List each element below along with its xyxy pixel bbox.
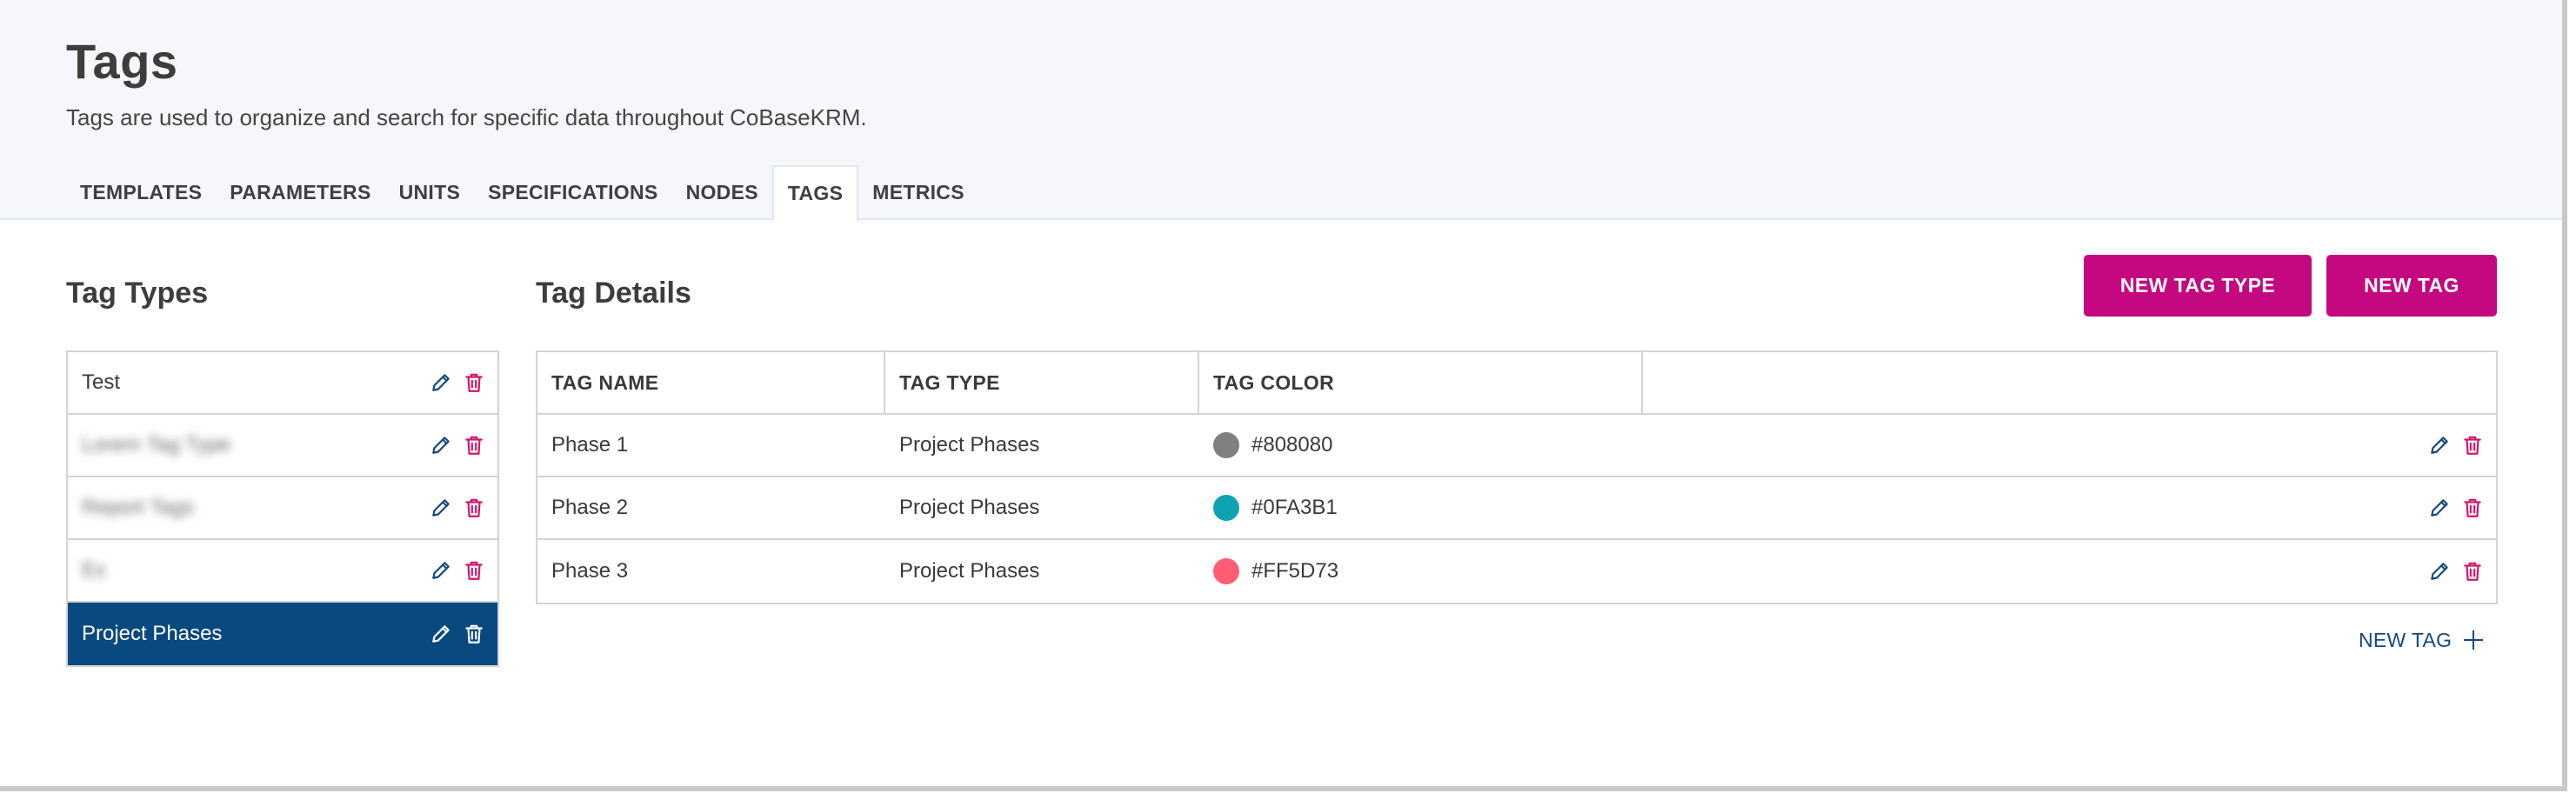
- page-title: Tags: [66, 34, 178, 89]
- trash-icon[interactable]: [2461, 560, 2484, 583]
- tag-type-label: Test: [82, 370, 121, 394]
- row-actions: [2428, 540, 2484, 603]
- new-tag-link-label: NEW TAG: [2359, 628, 2453, 651]
- table-body: Phase 1 Project Phases #808080 Phase 2 Proje…: [537, 415, 2496, 603]
- tab-units[interactable]: UNITS: [385, 165, 475, 220]
- page-subtitle: Tags are used to organize and search for…: [66, 104, 867, 130]
- tag-type-label: Lorem Tag Type: [82, 433, 231, 457]
- table-row: Phase 3 Project Phases #FF5D73: [537, 540, 2496, 603]
- tag-details-table: TAG NAME TAG TYPE TAG COLOR Phase 1 Proje…: [536, 350, 2498, 604]
- tag-color-cell: #808080: [1199, 415, 1643, 476]
- row-actions: [430, 415, 485, 476]
- tab-parameters[interactable]: PARAMETERS: [216, 165, 384, 220]
- tag-color-value: #0FA3B1: [1251, 496, 1338, 519]
- pencil-icon[interactable]: [430, 371, 452, 394]
- pencil-icon[interactable]: [430, 559, 452, 582]
- trash-icon[interactable]: [463, 434, 485, 457]
- tab-specifications[interactable]: SPECIFICATIONS: [474, 165, 671, 220]
- page-header: Tags Tags are used to organize and searc…: [0, 0, 2562, 222]
- pencil-icon[interactable]: [430, 497, 452, 519]
- tag-type-label: Ex: [82, 558, 107, 582]
- pencil-icon[interactable]: [2428, 434, 2451, 457]
- pencil-icon[interactable]: [430, 434, 452, 457]
- tag-details-title: Tag Details: [536, 277, 691, 310]
- table-row: Phase 1 Project Phases #808080: [537, 415, 2496, 477]
- tag-type-row[interactable]: Test: [68, 352, 497, 415]
- actions-cell: [1643, 540, 2496, 603]
- trash-icon[interactable]: [2461, 497, 2484, 519]
- tag-type-row[interactable]: Lorem Tag Type: [68, 415, 497, 477]
- tab-nodes[interactable]: NODES: [672, 165, 772, 220]
- pencil-icon[interactable]: [430, 623, 452, 645]
- tab-metrics[interactable]: METRICS: [858, 165, 978, 220]
- tag-color-value: #FF5D73: [1251, 559, 1339, 583]
- tag-name-cell: Phase 1: [551, 433, 629, 457]
- trash-icon[interactable]: [463, 559, 485, 582]
- color-swatch: [1213, 558, 1239, 584]
- column-header-tag-color: TAG COLOR: [1199, 352, 1643, 413]
- tag-type-cell: Project Phases: [899, 559, 1040, 583]
- new-tag-button[interactable]: NEW TAG: [2326, 255, 2497, 317]
- actions-cell: [1643, 415, 2496, 476]
- trash-icon[interactable]: [463, 623, 485, 645]
- tag-name-cell: Phase 3: [551, 559, 629, 583]
- row-actions: [2428, 477, 2484, 538]
- app-frame: Tags Tags are used to organize and searc…: [0, 0, 2567, 791]
- tag-name-cell: Phase 2: [551, 496, 629, 519]
- tag-color-cell: #0FA3B1: [1199, 477, 1643, 538]
- row-actions: [2428, 415, 2484, 476]
- trash-icon[interactable]: [463, 371, 485, 394]
- trash-icon[interactable]: [463, 497, 485, 519]
- row-actions: [430, 540, 485, 601]
- color-swatch: [1213, 495, 1239, 521]
- row-actions: [430, 352, 485, 413]
- table-header-row: TAG NAME TAG TYPE TAG COLOR: [537, 352, 2496, 415]
- tab-bar: TEMPLATES PARAMETERS UNITS SPECIFICATION…: [66, 165, 978, 222]
- tag-type-cell: Project Phases: [899, 433, 1040, 457]
- tag-type-row[interactable]: Project Phases: [68, 603, 497, 665]
- tag-type-label: Project Phases: [82, 622, 223, 645]
- plus-icon: [2464, 630, 2484, 650]
- trash-icon[interactable]: [2461, 434, 2484, 457]
- tag-type-row[interactable]: Report Tags: [68, 477, 497, 540]
- table-row: Phase 2 Project Phases #0FA3B1: [537, 477, 2496, 540]
- tab-tags[interactable]: TAGS: [771, 165, 859, 222]
- row-actions: [430, 603, 485, 665]
- column-header-actions: [1643, 352, 2496, 413]
- tag-types-title: Tag Types: [66, 277, 209, 310]
- pencil-icon[interactable]: [2428, 497, 2451, 519]
- pencil-icon[interactable]: [2428, 560, 2451, 583]
- tag-types-list: Test Lorem Tag Type Report Tags Ex Project P…: [66, 350, 499, 667]
- tab-templates[interactable]: TEMPLATES: [66, 165, 216, 220]
- column-header-tag-name: TAG NAME: [537, 352, 885, 413]
- column-header-tag-type: TAG TYPE: [885, 352, 1199, 413]
- tag-type-row[interactable]: Ex: [68, 540, 497, 603]
- tag-color-value: #808080: [1251, 433, 1333, 457]
- actions-cell: [1643, 477, 2496, 538]
- color-swatch: [1213, 432, 1239, 458]
- tag-type-label: Report Tags: [82, 496, 194, 519]
- row-actions: [430, 477, 485, 538]
- tag-color-cell: #FF5D73: [1199, 540, 1643, 603]
- new-tag-link[interactable]: NEW TAG: [2359, 624, 2484, 656]
- tag-type-cell: Project Phases: [899, 496, 1040, 519]
- new-tag-type-button[interactable]: NEW TAG TYPE: [2084, 255, 2312, 317]
